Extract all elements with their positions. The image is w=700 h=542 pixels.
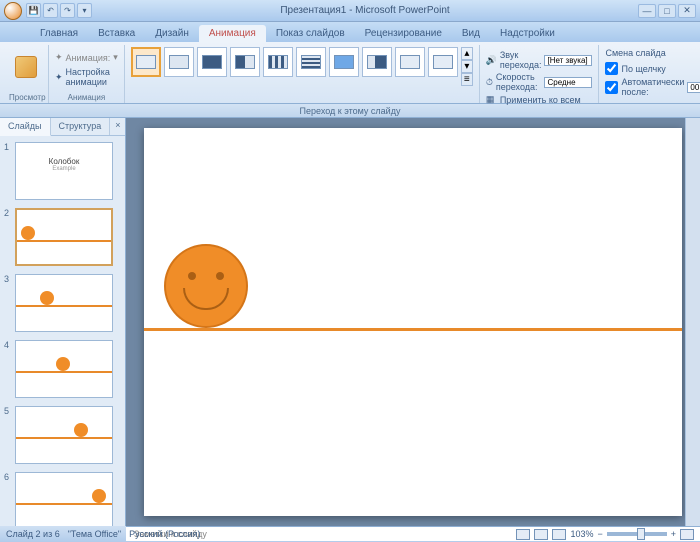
slide-thumbnail-6[interactable] — [15, 472, 113, 526]
status-theme: "Тема Office" — [68, 529, 121, 539]
tab-animation[interactable]: Анимация — [199, 25, 266, 42]
close-button[interactable]: ✕ — [678, 4, 696, 18]
slide-canvas[interactable] — [144, 128, 682, 516]
ribbon-tabs: Главная Вставка Дизайн Анимация Показ сл… — [0, 22, 700, 42]
tab-view[interactable]: Вид — [452, 25, 490, 42]
shape-smiley[interactable] — [164, 244, 248, 328]
qat-dropdown-icon[interactable]: ▾ — [77, 3, 92, 18]
undo-icon[interactable]: ↶ — [43, 3, 58, 18]
view-sorter-button[interactable] — [534, 529, 548, 540]
transition-option-6[interactable] — [296, 47, 326, 77]
speed-icon: ⏱ — [486, 77, 493, 88]
transition-option-7[interactable] — [329, 47, 359, 77]
group-anim-label: Анимация — [55, 92, 118, 103]
slide-thumbnail-1[interactable]: Колобок Example — [15, 142, 113, 200]
transition-option-3[interactable] — [197, 47, 227, 77]
transition-sound-field[interactable] — [544, 55, 592, 66]
tab-review[interactable]: Рецензирование — [355, 25, 452, 42]
advance-auto-time-field[interactable] — [687, 82, 700, 93]
editor-area: Заметки к слайду — [126, 118, 700, 526]
transition-scroll-down[interactable]: ▾ — [461, 60, 473, 73]
tab-home[interactable]: Главная — [30, 25, 88, 42]
view-slideshow-button[interactable] — [552, 529, 566, 540]
advance-auto-checkbox[interactable] — [605, 81, 618, 94]
apply-to-all-button[interactable]: ▦ Применить ко всем — [486, 94, 593, 105]
advance-on-click-checkbox[interactable] — [605, 62, 618, 75]
redo-icon[interactable]: ↷ — [60, 3, 75, 18]
title-bar: 💾 ↶ ↷ ▾ Презентация1 - Microsoft PowerPo… — [0, 0, 700, 22]
transition-option-5[interactable] — [263, 47, 293, 77]
fit-to-window-button[interactable] — [680, 529, 694, 540]
chevron-down-icon: ▾ — [113, 52, 118, 63]
slide-thumbnail-5[interactable] — [15, 406, 113, 464]
sound-icon: 🔊 — [486, 55, 497, 66]
view-normal-button[interactable] — [516, 529, 530, 540]
status-language[interactable]: Русский (Россия) — [129, 529, 200, 539]
transition-option-8[interactable] — [362, 47, 392, 77]
panel-tab-slides[interactable]: Слайды — [0, 118, 51, 136]
transition-option-4[interactable] — [230, 47, 260, 77]
thumb-number: 5 — [4, 406, 12, 464]
maximize-button[interactable]: □ — [658, 4, 676, 18]
thumb-number: 2 — [4, 208, 12, 266]
custom-animation-button[interactable]: ✦ Настройка анимации — [55, 66, 118, 88]
transition-none[interactable] — [131, 47, 161, 77]
tab-design[interactable]: Дизайн — [145, 25, 199, 42]
slide-thumbnail-2[interactable] — [15, 208, 113, 266]
tab-addins[interactable]: Надстройки — [490, 25, 565, 42]
transition-option-9[interactable] — [395, 47, 425, 77]
slides-panel: Слайды Структура × 1 Колобок Example 2 3 — [0, 118, 126, 526]
vertical-scrollbar[interactable] — [685, 118, 700, 526]
shape-line[interactable] — [144, 328, 682, 331]
quick-access-toolbar: 💾 ↶ ↷ ▾ — [26, 3, 92, 18]
office-button[interactable] — [4, 2, 22, 20]
apply-all-icon: ▦ — [486, 94, 497, 105]
transition-scroll-up[interactable]: ▴ — [461, 47, 473, 60]
status-slide-info: Слайд 2 из 6 — [6, 529, 60, 539]
save-icon[interactable]: 💾 — [26, 3, 41, 18]
slide-thumbnail-4[interactable] — [15, 340, 113, 398]
window-title: Презентация1 - Microsoft PowerPoint — [92, 5, 638, 16]
group-preview-label: Просмотр — [9, 92, 42, 103]
preview-button[interactable] — [9, 47, 42, 87]
zoom-in-button[interactable]: + — [671, 529, 676, 539]
zoom-level[interactable]: 103% — [570, 529, 593, 539]
thumb-number: 6 — [4, 472, 12, 526]
zoom-slider[interactable] — [607, 532, 667, 536]
panel-tab-structure[interactable]: Структура — [51, 118, 111, 135]
star-icon: ✦ — [55, 52, 63, 63]
transition-option-2[interactable] — [164, 47, 194, 77]
slide-thumbnail-3[interactable] — [15, 274, 113, 332]
minimize-button[interactable]: — — [638, 4, 656, 18]
zoom-out-button[interactable]: − — [597, 529, 602, 539]
advance-group-label: Смена слайда — [605, 47, 700, 61]
animate-dropdown[interactable]: ✦ Анимация: ▾ — [55, 51, 118, 64]
thumb-number: 4 — [4, 340, 12, 398]
custom-anim-icon: ✦ — [55, 72, 63, 83]
transition-label-bar: Переход к этому слайду — [0, 104, 700, 118]
tab-insert[interactable]: Вставка — [88, 25, 145, 42]
transition-option-10[interactable] — [428, 47, 458, 77]
thumb-number: 1 — [4, 142, 12, 200]
preview-icon — [15, 56, 37, 78]
transition-gallery-more[interactable]: ≡ — [461, 73, 473, 86]
ribbon: Просмотр ✦ Анимация: ▾ ✦ Настройка анима… — [0, 42, 700, 104]
panel-close-button[interactable]: × — [110, 118, 125, 135]
transition-speed-field[interactable] — [544, 77, 592, 88]
tab-slideshow[interactable]: Показ слайдов — [266, 25, 355, 42]
thumb-number: 3 — [4, 274, 12, 332]
